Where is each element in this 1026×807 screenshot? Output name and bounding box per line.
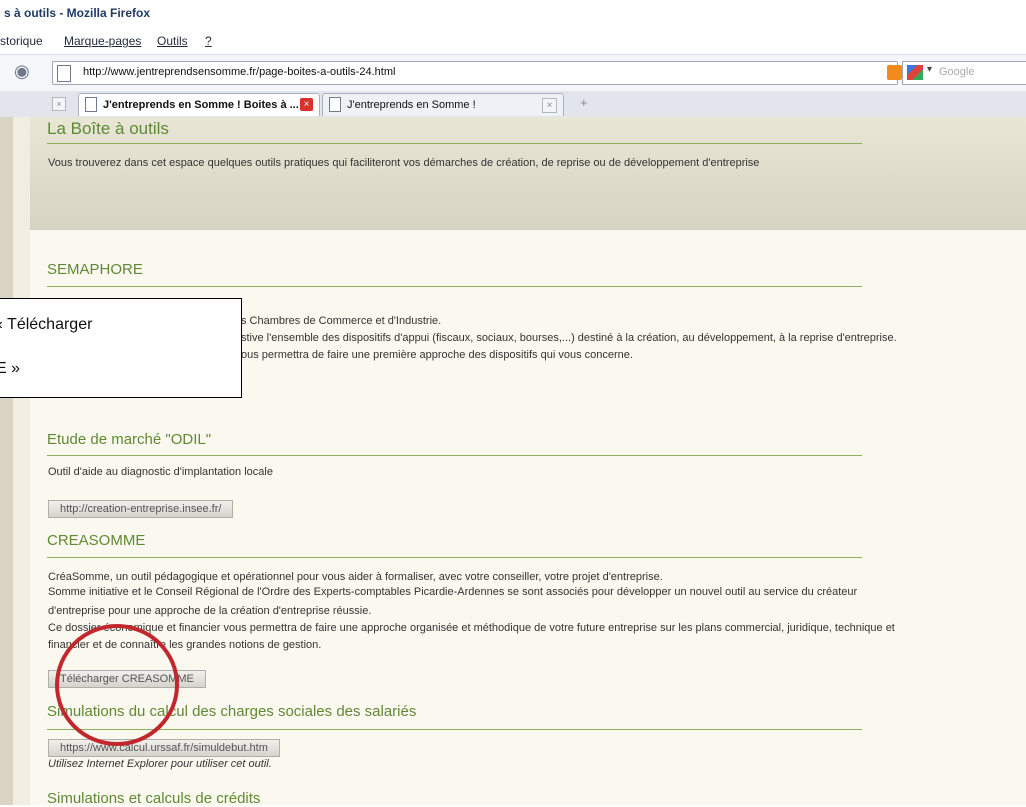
creasomme-line-1: CréaSomme, un outil pédagogique et opéra… (48, 571, 663, 583)
rss-icon[interactable] (887, 65, 902, 80)
menu-outils[interactable]: Outils (157, 34, 188, 48)
highlight-circle (55, 624, 179, 746)
urssaf-link-button[interactable]: https://www.calcul.urssaf.fr/simuldebut.… (48, 739, 280, 757)
creasomme-line-2: Somme initiative et le Conseil Régional … (48, 586, 858, 598)
page-column: La Boîte à outils Vous trouverez dans ce… (30, 117, 1026, 807)
section-divider (47, 286, 862, 287)
close-tab-icon[interactable]: × (300, 98, 313, 111)
identity-icon[interactable]: ◉ (14, 61, 30, 82)
section-title-credits: Simulations et calculs de crédits (47, 790, 261, 807)
tab-bar: × J'entreprends en Somme ! Boites à ... … (0, 91, 1026, 118)
menu-marque-pages[interactable]: Marque-pages (64, 34, 141, 48)
close-tab-icon[interactable]: × (52, 97, 66, 111)
semaphore-line-1: s Chambres de Commerce et d'Industrie. (241, 315, 442, 327)
tab-label: J'entreprends en Somme ! Boites à ... (103, 99, 299, 111)
page-margin (13, 117, 30, 805)
page-header-band (30, 117, 1026, 230)
url-bar[interactable]: http://www.jentreprendsensomme.fr/page-b… (52, 61, 936, 85)
window-title: s à outils - Mozilla Firefox (4, 6, 151, 20)
menu-historique[interactable]: storique (0, 34, 43, 48)
annotation-callout: « Télécharger E » (0, 298, 242, 398)
section-title-semaphore: SEMAPHORE (47, 261, 143, 278)
close-tab-icon[interactable]: × (542, 98, 557, 113)
section-title-creasomme: CREASOMME (47, 532, 146, 549)
page-icon (329, 97, 341, 112)
new-tab-icon[interactable]: + (580, 95, 588, 110)
page-intro: Vous trouverez dans cet espace quelques … (48, 157, 760, 169)
tab-label: J'entreprends en Somme ! (347, 99, 476, 111)
section-divider (47, 729, 862, 730)
search-box[interactable]: ▾ Google (902, 61, 1026, 85)
window-titlebar: s à outils - Mozilla Firefox (0, 0, 1026, 26)
scroll-gutter (0, 117, 13, 805)
semaphore-line-3: ous permettra de faire une première appr… (241, 349, 633, 361)
section-divider (47, 455, 862, 456)
semaphore-line-2: stive l'ensemble des dispositifs d'appui… (241, 332, 897, 344)
callout-pointer (20, 397, 132, 400)
creasomme-line-4: Ce dossier économique et financier vous … (48, 622, 895, 634)
page-icon (57, 65, 71, 82)
url-text: http://www.jentreprendsensomme.fr/page-b… (83, 66, 396, 78)
urssaf-note: Utilisez Internet Explorer pour utiliser… (48, 758, 272, 770)
menu-help[interactable]: ? (205, 34, 212, 48)
tab-jentreprends[interactable]: J'entreprends en Somme ! × (322, 93, 564, 116)
navigation-bar: ◉ http://www.jentreprendsensomme.fr/page… (0, 55, 1026, 92)
google-icon[interactable] (907, 65, 923, 80)
section-divider (47, 557, 862, 558)
callout-line-1: « Télécharger (0, 316, 93, 333)
title-divider (47, 143, 862, 144)
search-engine-dropdown-icon[interactable]: ▾ (927, 64, 932, 75)
creasomme-line-3: d'entreprise pour une approche de la cré… (48, 605, 372, 617)
page-title: La Boîte à outils (47, 119, 169, 138)
page-icon (85, 97, 97, 112)
search-placeholder: Google (939, 66, 975, 78)
callout-line-2: E » (0, 360, 21, 377)
odil-line-1: Outil d'aide au diagnostic d'implantatio… (48, 466, 273, 478)
menu-bar: storique Marque-pages Outils ? (0, 26, 1026, 55)
section-title-odil: Etude de marché "ODIL" (47, 431, 212, 448)
tab-jentreprends-boites[interactable]: J'entreprends en Somme ! Boites à ... × (78, 93, 320, 116)
odil-link-button[interactable]: http://creation-entreprise.insee.fr/ (48, 500, 234, 518)
